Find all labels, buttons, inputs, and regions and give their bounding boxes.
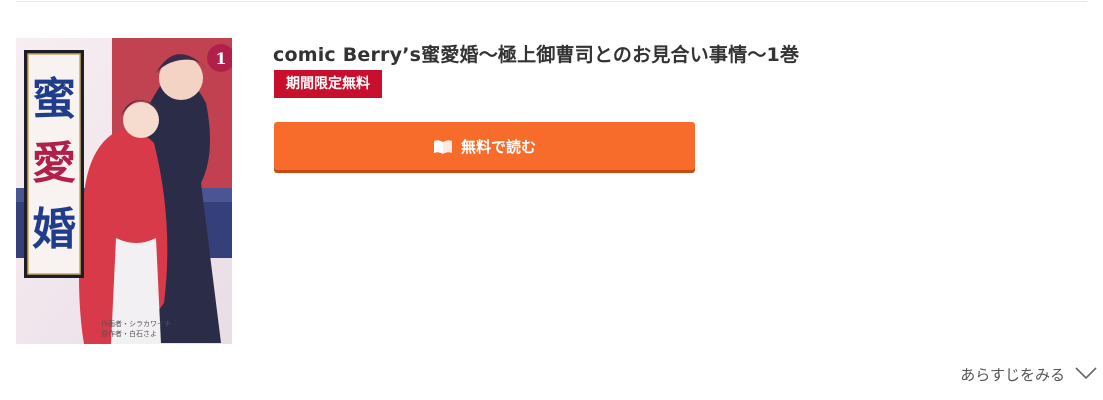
cover-title-char-3: 婚 (32, 204, 76, 255)
chevron-down-icon (1075, 366, 1097, 384)
cover-volume-number: 1 (215, 49, 226, 68)
read-free-button[interactable]: 無料で読む (274, 122, 695, 170)
cover-credit-author: 原作者・白石さよ (101, 329, 157, 338)
read-free-label: 無料で読む (460, 137, 536, 156)
synopsis-label: あらすじをみる (960, 366, 1065, 384)
top-divider (16, 1, 1087, 2)
cover-credit-artist: 作画者・シラカワイチ (101, 319, 171, 328)
cover-title-char-1: 蜜 (32, 74, 76, 125)
cover-title-char-2: 愛 (32, 138, 76, 189)
synopsis-toggle[interactable]: あらすじをみる (960, 364, 1097, 385)
cover-image[interactable]: 蜜 愛 婚 1 作画者・シラカワイチ 原作者・白石さよ (16, 38, 232, 344)
comic-title[interactable]: comic Berry’s蜜愛婚～極上御曹司とのお見合い事情～1巻 (273, 40, 799, 67)
open-book-icon (433, 138, 453, 154)
limited-free-badge: 期間限定無料 (274, 70, 382, 98)
